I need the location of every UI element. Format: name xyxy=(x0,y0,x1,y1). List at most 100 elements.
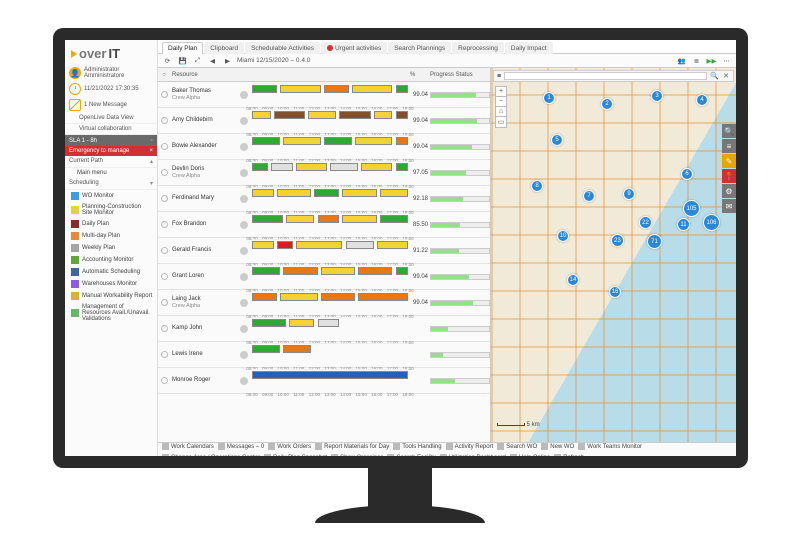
gantt-segment[interactable] xyxy=(252,85,277,93)
gantt-segment[interactable] xyxy=(330,163,358,171)
gantt-segment[interactable] xyxy=(324,85,349,93)
gantt-segment[interactable] xyxy=(252,111,271,119)
map-search-icon[interactable]: 🔍 xyxy=(710,72,719,80)
gantt-segment[interactable] xyxy=(280,85,321,93)
gantt-row[interactable]: Gerald Francis08:0009:0010:0011:0012:001… xyxy=(158,238,490,264)
row-bars[interactable]: 08:0009:0010:0011:0012:0013:0014:0015:00… xyxy=(250,134,410,159)
row-pin[interactable] xyxy=(158,377,170,384)
tree-item[interactable]: Multi-day Plan xyxy=(65,230,157,242)
gantt-segment[interactable] xyxy=(252,293,277,301)
emergency-banner[interactable]: Emergency to manage × xyxy=(65,146,157,156)
rail-tool[interactable]: ⚙ xyxy=(722,184,736,198)
toolbar-prev-icon[interactable]: ◀ xyxy=(207,55,218,66)
tree-item[interactable]: WO Monitor xyxy=(65,190,157,202)
gantt-segment[interactable] xyxy=(374,111,393,119)
gantt-row[interactable]: Lewis Irene08:0009:0010:0011:0012:0013:0… xyxy=(158,342,490,368)
map-layers-icon[interactable]: ≡ xyxy=(497,73,501,80)
gantt-segment[interactable] xyxy=(283,345,311,353)
toolbar-people-icon[interactable]: 👥 xyxy=(676,55,687,66)
gantt-segment[interactable] xyxy=(396,137,408,145)
gantt-row[interactable]: Fox Brandon08:0009:0010:0011:0012:0013:0… xyxy=(158,212,490,238)
row-pin[interactable] xyxy=(158,221,170,228)
row-bars[interactable]: 08:0009:0010:0011:0012:0013:0014:0015:00… xyxy=(250,238,410,263)
gantt-segment[interactable] xyxy=(314,189,339,197)
map-panel[interactable]: ≡ 🔍 ✕ + − ⌂ ▭ 12345879610237122111051061… xyxy=(491,68,736,442)
tab[interactable]: Daily Plan xyxy=(162,42,203,54)
status-item[interactable]: Daily Plan Snapshot xyxy=(264,454,327,456)
map-marker[interactable]: 71 xyxy=(647,234,662,249)
status-item[interactable]: Messages – 0 xyxy=(218,443,264,450)
gantt-segment[interactable] xyxy=(252,319,286,327)
map-marker[interactable]: 1 xyxy=(543,92,555,104)
map-search-input[interactable] xyxy=(504,72,707,80)
gantt-segment[interactable] xyxy=(283,267,317,275)
gantt-segment[interactable] xyxy=(318,215,340,223)
map-marker[interactable]: 14 xyxy=(567,274,579,286)
rail-tool[interactable]: ≡ xyxy=(722,139,736,153)
gantt-row[interactable]: Grant Loren08:0009:0010:0011:0012:0013:0… xyxy=(158,264,490,290)
tree-item[interactable]: Planning-Construction Site Monitor xyxy=(65,202,157,218)
status-item[interactable]: Search WO xyxy=(497,443,537,450)
row-pin[interactable] xyxy=(158,351,170,358)
gantt-segment[interactable] xyxy=(342,189,376,197)
row-bars[interactable]: 08:0009:0010:0011:0012:0013:0014:0015:00… xyxy=(250,108,410,133)
gantt-segment[interactable] xyxy=(361,163,392,171)
row-bars[interactable]: 08:0009:0010:0011:0012:0013:0014:0015:00… xyxy=(250,212,410,237)
toolbar-save-icon[interactable]: 💾 xyxy=(177,55,188,66)
toolbar-layers-icon[interactable]: ≣ xyxy=(691,55,702,66)
status-item[interactable]: Work Orders xyxy=(268,443,311,450)
gantt-segment[interactable] xyxy=(296,241,343,249)
row-pin[interactable] xyxy=(158,273,170,280)
status-item[interactable]: Activity Report xyxy=(446,443,494,450)
messages-block[interactable]: 1 New Message xyxy=(65,97,157,113)
gantt-segment[interactable] xyxy=(324,137,352,145)
status-item[interactable]: Utilization Dashboard xyxy=(440,454,506,456)
gantt-segment[interactable] xyxy=(321,267,355,275)
gantt-segment[interactable] xyxy=(296,163,327,171)
status-item[interactable]: Refresh xyxy=(554,454,584,456)
gantt-segment[interactable] xyxy=(283,137,320,145)
row-bars[interactable]: 08:0009:0010:0011:0012:0013:0014:0015:00… xyxy=(250,264,410,289)
tree-item[interactable]: Warehouses Monitor xyxy=(65,278,157,290)
tree-item[interactable]: Weekly Plan xyxy=(65,242,157,254)
status-item[interactable]: Report Materials for Day xyxy=(315,443,389,450)
gantt-row[interactable]: Amy Childebirn08:0009:0010:0011:0012:001… xyxy=(158,108,490,134)
status-item[interactable]: Help Online xyxy=(510,454,550,456)
gantt-segment[interactable] xyxy=(252,345,280,353)
gantt-row[interactable]: Laing JackCrew Alpha08:0009:0010:0011:00… xyxy=(158,290,490,316)
status-item[interactable]: Change Area / Operations Center xyxy=(162,454,260,456)
gantt-row[interactable]: Baker ThomasCrew Alpha08:0009:0010:0011:… xyxy=(158,82,490,108)
gantt-segment[interactable] xyxy=(346,241,374,249)
tab[interactable]: Search Plannings xyxy=(388,42,451,54)
rail-tool[interactable]: ✉ xyxy=(722,199,736,213)
gantt-segment[interactable] xyxy=(380,189,408,197)
gantt-segment[interactable] xyxy=(396,267,408,275)
tree-main-menu[interactable]: Main menu xyxy=(65,168,157,178)
row-pin[interactable] xyxy=(158,143,170,150)
status-item[interactable]: New WO xyxy=(541,443,574,450)
tab[interactable]: Daily Impact xyxy=(505,42,553,54)
gantt-segment[interactable] xyxy=(380,215,408,223)
gantt-segment[interactable] xyxy=(252,267,280,275)
gantt-segment[interactable] xyxy=(252,189,274,197)
row-pin[interactable] xyxy=(158,117,170,124)
toolbar-refresh-icon[interactable]: ⟳ xyxy=(162,55,173,66)
tab[interactable]: Clipboard xyxy=(204,42,244,54)
status-item[interactable]: Work Calendars xyxy=(162,443,214,450)
emergency-close[interactable]: × xyxy=(149,148,153,154)
map-rect-icon[interactable]: ▭ xyxy=(496,117,506,127)
rail-tool[interactable]: 🔍 xyxy=(722,124,736,138)
row-pin[interactable] xyxy=(158,169,170,176)
map-marker[interactable]: 9 xyxy=(623,188,635,200)
gantt-segment[interactable] xyxy=(321,293,355,301)
gantt-row[interactable]: Ferdinand Mary08:0009:0010:0011:0012:001… xyxy=(158,186,490,212)
map-marker[interactable]: 8 xyxy=(531,180,543,192)
toolbar-more-icon[interactable]: ⋯ xyxy=(721,55,732,66)
status-item[interactable]: Search Facility xyxy=(387,454,435,456)
toolbar-next-icon[interactable]: ▶ xyxy=(222,55,233,66)
row-bars[interactable]: 08:0009:0010:0011:0012:0013:0014:0015:00… xyxy=(250,368,410,393)
gantt-segment[interactable] xyxy=(355,137,392,145)
gantt-row[interactable]: Devlin DorisCrew Alpha08:0009:0010:0011:… xyxy=(158,160,490,186)
map-marker[interactable]: 16 xyxy=(609,286,621,298)
gantt-segment[interactable] xyxy=(280,293,317,301)
